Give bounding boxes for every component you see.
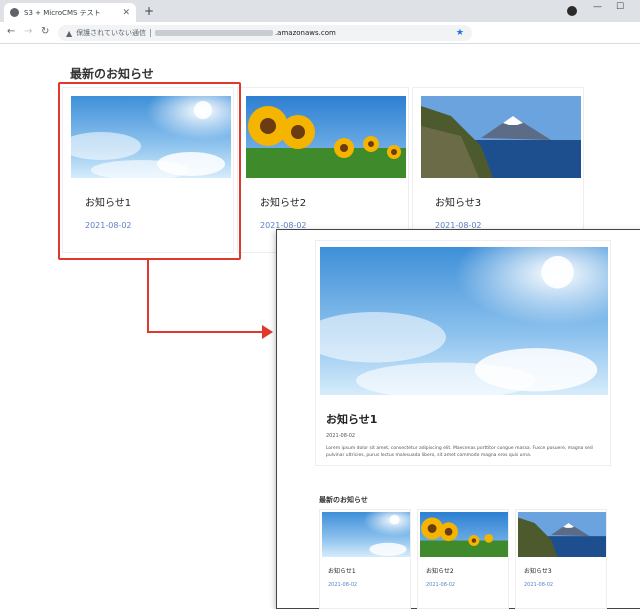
new-tab-icon[interactable]: + — [144, 4, 154, 18]
mini-card-title[interactable]: お知らせ3 — [524, 566, 552, 575]
address-bar[interactable]: ▲ 保護されていない通信 .amazonaws.com ★ — [58, 25, 472, 41]
browser-chrome: S3 + MicroCMS テスト ✕ + — ☐ ← → ↻ ▲ 保護されてい… — [0, 0, 640, 44]
minimize-icon[interactable]: — — [593, 2, 602, 12]
detail-card: お知らせ1 2021-08-02 Lorem ipsum dolor sit a… — [315, 240, 611, 466]
detail-date: 2021-08-02 — [326, 433, 356, 439]
url-host: .amazonaws.com — [274, 29, 336, 37]
divider — [149, 29, 151, 37]
security-label: 保護されていない通信 — [76, 29, 146, 37]
mount-fuji-image — [421, 96, 581, 178]
sunflowers-image — [420, 512, 508, 557]
detail-page-screenshot: お知らせ1 2021-08-02 Lorem ipsum dolor sit a… — [276, 229, 640, 609]
sunflowers-image — [246, 96, 406, 178]
mini-card-date: 2021-08-02 — [426, 582, 456, 588]
mini-card-title[interactable]: お知らせ2 — [426, 566, 454, 575]
browser-toolbar: ← → ↻ ▲ 保護されていない通信 .amazonaws.com ★ — [0, 22, 640, 44]
mini-card-title[interactable]: お知らせ1 — [328, 566, 356, 575]
maximize-icon[interactable]: ☐ — [616, 2, 624, 12]
detail-news-heading: 最新のお知らせ — [319, 496, 368, 504]
globe-icon — [10, 8, 19, 17]
browser-tab[interactable]: S3 + MicroCMS テスト ✕ — [4, 3, 136, 22]
highlight-frame — [58, 82, 241, 260]
card-title[interactable]: お知らせ2 — [260, 194, 306, 209]
back-icon[interactable]: ← — [7, 26, 15, 38]
mini-card-date: 2021-08-02 — [328, 582, 358, 588]
tab-title: S3 + MicroCMS テスト — [24, 8, 101, 17]
tab-bar: S3 + MicroCMS テスト ✕ + — ☐ — [0, 0, 640, 22]
page-heading: 最新のお知らせ — [70, 67, 154, 81]
warning-icon: ▲ — [66, 28, 73, 38]
forward-icon[interactable]: → — [24, 26, 32, 38]
blurred-url — [154, 30, 273, 36]
sky-clouds-image — [320, 247, 608, 395]
profile-icon[interactable] — [567, 6, 577, 16]
detail-title: お知らせ1 — [326, 413, 378, 426]
reload-icon[interactable]: ↻ — [41, 26, 49, 38]
sky-clouds-image — [322, 512, 410, 557]
detail-body: Lorem ipsum dolor sit amet, consectetur … — [326, 446, 593, 458]
mini-card-date: 2021-08-02 — [524, 582, 554, 588]
card-title[interactable]: お知らせ3 — [435, 194, 481, 209]
mini-card-1[interactable]: お知らせ1 2021-08-02 — [319, 509, 411, 609]
mini-card-2[interactable]: お知らせ2 2021-08-02 — [417, 509, 509, 609]
bookmark-star-icon[interactable]: ★ — [456, 28, 464, 38]
mini-card-3[interactable]: お知らせ3 2021-08-02 — [515, 509, 607, 609]
close-icon[interactable]: ✕ — [122, 8, 130, 18]
mount-fuji-image — [518, 512, 606, 557]
